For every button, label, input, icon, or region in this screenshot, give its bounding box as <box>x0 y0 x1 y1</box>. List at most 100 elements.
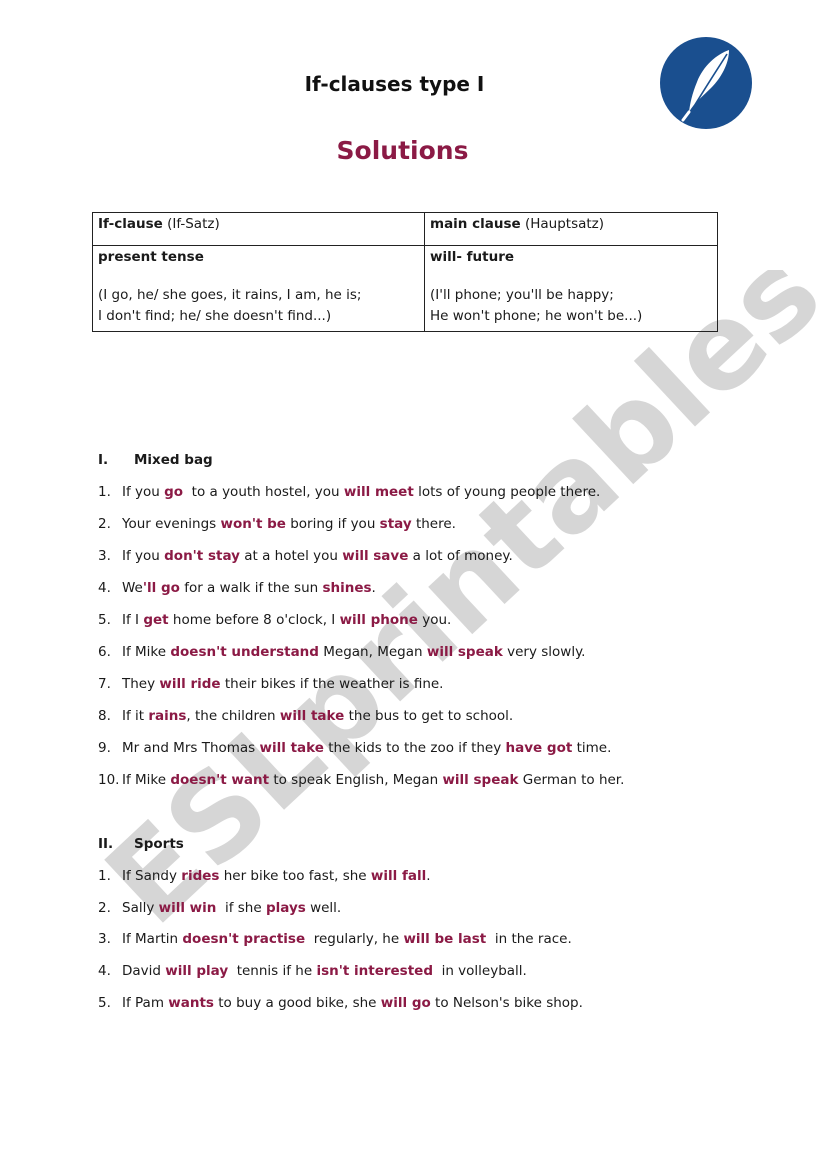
sentence-text: for a walk if the sun <box>179 580 323 596</box>
item-number: 2. <box>98 516 111 532</box>
answer-verb: doesn't understand <box>170 644 319 660</box>
sentence-text: . <box>426 868 431 884</box>
exercise-item: 10. If Mike doesn't want to speak English… <box>98 772 624 788</box>
sentence-text: German to her. <box>518 772 625 788</box>
sentence-text: there. <box>411 516 456 532</box>
main-clause-header: main clause (Hauptsatz) <box>424 212 718 246</box>
answer-verb: doesn't want <box>170 772 270 788</box>
main-clause-label: main clause <box>430 216 521 232</box>
answer-verb: isn't interested <box>316 963 433 980</box>
exercise-item: 4. We'll go for a walk if the sun shines. <box>98 580 376 596</box>
sentence-text: Megan, Megan <box>318 644 427 660</box>
exercise-item: 7. They will ride their bikes if the weat… <box>98 676 443 692</box>
answer-verb: will ride <box>159 676 221 692</box>
section-heading: I. Mixed bag <box>98 452 213 468</box>
exercise-item: 1. If Sandy rides her bike too fast, she … <box>98 868 431 884</box>
sentence-text: Your evenings <box>122 516 221 532</box>
sentence-text: their bikes if the weather is fine. <box>220 676 444 692</box>
sentence-text: you. <box>417 612 452 628</box>
sentence-text: Sally <box>122 899 159 916</box>
example-line: He won't phone; he won't be...) <box>430 308 643 324</box>
worksheet-page: ESLprintables.com If-clauses type I Solu… <box>0 0 821 1169</box>
item-number: 6. <box>98 644 111 660</box>
answer-verb: go <box>164 484 184 500</box>
exercise-item: 3. If Martin doesn't practise regularly, … <box>98 931 572 947</box>
section-heading: II. Sports <box>98 836 184 852</box>
answer-verb: wants <box>168 994 214 1011</box>
sentence-text: If Martin <box>122 931 183 948</box>
answer-verb: plays <box>265 899 306 916</box>
sentence-text: boring if you <box>285 516 380 532</box>
answer-verb: stay <box>379 516 412 532</box>
item-number: 4. <box>98 963 111 980</box>
item-number: 1. <box>98 868 111 884</box>
section-title: Mixed bag <box>134 452 213 468</box>
sentence-text: the bus to get to school. <box>344 708 514 724</box>
sentence-text: very slowly. <box>502 644 586 660</box>
sentence-text: to a youth hostel, you <box>183 484 344 500</box>
exercise-item: 6. If Mike doesn't understand Megan, Mega… <box>98 644 585 660</box>
sentence-text: . <box>371 580 376 596</box>
grammar-table: If-clause (If-Satz) main clause (Hauptsa… <box>92 212 718 332</box>
sentence-text: David <box>122 963 166 980</box>
example-line: (I'll phone; you'll be happy; <box>430 287 614 303</box>
sentence-text: regularly, he <box>305 931 404 948</box>
exercise-item: 1. If you go to a youth hostel, you will … <box>98 484 600 500</box>
item-number: 5. <box>98 612 111 628</box>
watermark-text: ESLprintables.com <box>80 270 820 950</box>
answer-verb: will speak <box>442 772 519 788</box>
page-title: If-clauses type I <box>304 72 485 96</box>
answer-verb: rides <box>181 868 220 884</box>
sentence-text: well. <box>305 899 342 916</box>
sentence-text: the kids to the zoo if they <box>323 740 506 756</box>
section-numeral: II. <box>98 836 114 852</box>
item-number: 3. <box>98 548 111 564</box>
item-number: 5. <box>98 994 111 1011</box>
sentence-text: lots of young people there. <box>413 484 601 500</box>
answer-verb: doesn't practise <box>182 931 306 948</box>
section-numeral: I. <box>98 452 109 468</box>
sentence-text: If Sandy <box>122 868 182 884</box>
exercise-item: 9. Mr and Mrs Thomas will take the kids t… <box>98 740 611 756</box>
sentence-text: in the race. <box>486 931 572 948</box>
answer-verb: will fall <box>370 868 427 884</box>
main-clause-translation: (Hauptsatz) <box>520 216 605 232</box>
sentence-text: to buy a good bike, she <box>213 994 381 1011</box>
item-number: 7. <box>98 676 111 692</box>
sentence-text: to Nelson's bike shop. <box>430 994 583 1011</box>
item-number: 9. <box>98 740 111 756</box>
sentence-text: tennis if he <box>228 963 317 980</box>
answer-verb: will win <box>158 899 217 916</box>
answer-verb: don't stay <box>164 548 240 564</box>
answer-verb: will speak <box>426 644 503 660</box>
sentence-text: If I <box>122 612 144 628</box>
sentence-text: If Pam <box>122 994 169 1011</box>
item-number: 3. <box>98 931 111 948</box>
answer-verb: will save <box>342 548 409 564</box>
sentence-text: at a hotel you <box>239 548 343 564</box>
exercise-item: 5. If Pam wants to buy a good bike, she w… <box>98 995 583 1011</box>
sentence-text: We <box>122 580 143 596</box>
sentence-text: If Mike <box>122 772 171 788</box>
answer-verb: won't be <box>220 516 286 532</box>
item-number: 10. <box>98 772 120 788</box>
example-line: (I go, he/ she goes, it rains, I am, he … <box>98 287 362 303</box>
example-line: I don't find; he/ she doesn't find...) <box>98 308 332 324</box>
sentence-text: If it <box>122 708 149 724</box>
answer-verb: rains <box>148 708 187 724</box>
sentence-text: , the children <box>186 708 280 724</box>
sentence-text: a lot of money. <box>408 548 513 564</box>
sentence-text: If Mike <box>122 644 171 660</box>
sentence-text: They <box>122 676 160 692</box>
main-clause-cell: will- future (I'll phone; you'll be happ… <box>424 245 718 332</box>
if-clause-translation: (If-Satz) <box>162 216 220 232</box>
exercise-item: 3. If you don't stay at a hotel you will … <box>98 548 513 564</box>
sentence-text: in volleyball. <box>432 963 527 980</box>
sentence-text: if she <box>216 899 266 916</box>
table-header-row: If-clause (If-Satz) main clause (Hauptsa… <box>92 212 718 246</box>
exercise-item: 2. Sally will win if she plays well. <box>98 900 341 916</box>
answer-verb: shines <box>322 580 372 596</box>
main-clause-examples: (I'll phone; you'll be happy; He won't p… <box>430 285 712 327</box>
answer-verb: 'll go <box>142 580 180 596</box>
answer-verb: will phone <box>339 612 418 628</box>
